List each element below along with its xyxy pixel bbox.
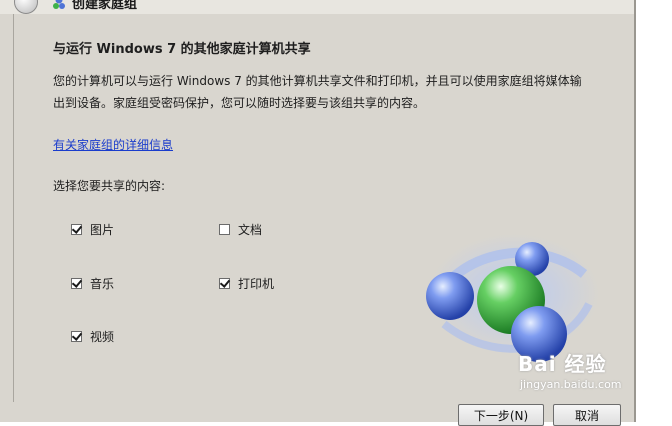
pictures-label: 图片 bbox=[90, 223, 115, 237]
documents-checkbox[interactable] bbox=[219, 224, 230, 235]
printers-checkbox[interactable] bbox=[219, 278, 230, 289]
title-bar: 创建家庭组 bbox=[0, 0, 634, 14]
printers-label: 打印机 bbox=[238, 277, 275, 291]
baidu-watermark: Bai 经验 bbox=[518, 352, 607, 376]
page-heading: 与运行 Windows 7 的其他家庭计算机共享 bbox=[53, 42, 311, 57]
back-button[interactable] bbox=[14, 0, 38, 14]
option-documents[interactable]: 文档 bbox=[219, 221, 262, 238]
option-music[interactable]: 音乐 bbox=[71, 275, 114, 292]
homegroup-details-link[interactable]: 有关家庭组的详细信息 bbox=[53, 136, 173, 153]
homegroup-icon bbox=[53, 0, 65, 9]
page-description: 您的计算机可以与运行 Windows 7 的其他计算机共享文件和打印机，并且可以… bbox=[53, 74, 582, 110]
dialog-content: 与运行 Windows 7 的其他家庭计算机共享 您的计算机可以与运行 Wind… bbox=[13, 14, 631, 402]
music-checkbox[interactable] bbox=[71, 278, 82, 289]
window-title: 创建家庭组 bbox=[72, 0, 138, 12]
option-printers[interactable]: 打印机 bbox=[219, 275, 274, 292]
share-choose-label: 选择您要共享的内容: bbox=[53, 179, 166, 193]
music-label: 音乐 bbox=[90, 277, 115, 291]
pictures-checkbox[interactable] bbox=[71, 224, 82, 235]
next-button[interactable]: 下一步(N) bbox=[458, 404, 544, 426]
videos-label: 视频 bbox=[90, 330, 115, 344]
documents-label: 文档 bbox=[238, 223, 263, 237]
videos-checkbox[interactable] bbox=[71, 331, 82, 342]
option-pictures[interactable]: 图片 bbox=[71, 221, 114, 238]
baidu-watermark-url: jingyan.baidu.com bbox=[520, 378, 622, 391]
option-videos[interactable]: 视频 bbox=[71, 328, 114, 345]
cancel-button[interactable]: 取消 bbox=[553, 404, 621, 426]
